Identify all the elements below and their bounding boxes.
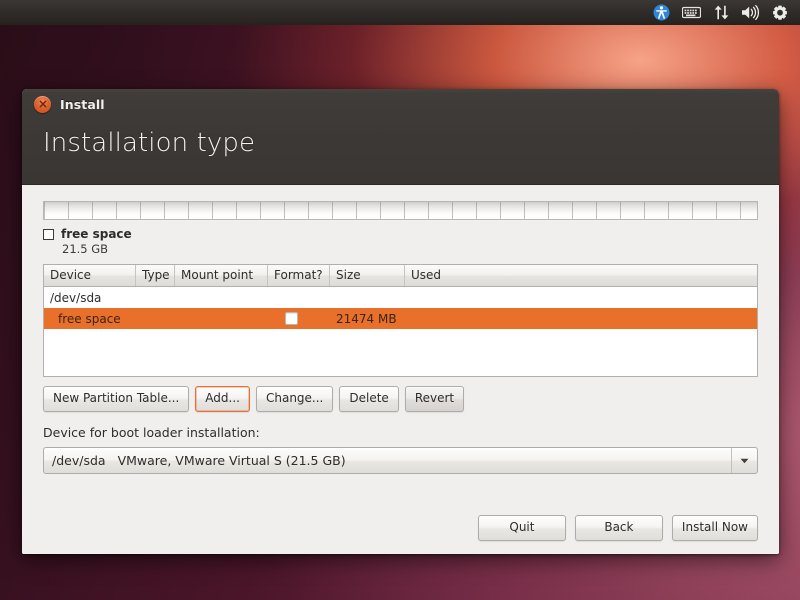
- partition-actions-toolbar: New Partition Table... Add... Change... …: [43, 386, 758, 412]
- install-window: Install Installation type free space 21.…: [22, 89, 779, 554]
- page-title: Installation type: [43, 128, 256, 158]
- cell-mount-point: [175, 308, 268, 329]
- change-partition-button[interactable]: Change...: [255, 386, 334, 412]
- bootloader-selected-value: /dev/sda VMware, VMware Virtual S (21.5 …: [44, 453, 731, 468]
- bootloader-device-description: VMware, VMware Virtual S (21.5 GB): [117, 453, 346, 468]
- column-header-used[interactable]: Used: [405, 265, 757, 286]
- cell-size: 21474 MB: [336, 311, 397, 326]
- top-panel: [0, 0, 800, 25]
- network-icon[interactable]: [708, 0, 734, 25]
- column-header-type[interactable]: Type: [136, 265, 175, 286]
- cell-used: [405, 287, 757, 308]
- back-button[interactable]: Back: [574, 515, 663, 541]
- legend-size: 21.5 GB: [62, 242, 109, 256]
- format-checkbox[interactable]: [285, 312, 298, 325]
- system-settings-icon[interactable]: [767, 0, 793, 25]
- cell-format: [268, 308, 330, 329]
- disk-partition-bar[interactable]: [43, 201, 758, 220]
- cell-size: [330, 287, 405, 308]
- chevron-down-icon[interactable]: [731, 448, 757, 473]
- legend-name: free space: [61, 227, 132, 241]
- bootloader-device-select[interactable]: /dev/sda VMware, VMware Virtual S (21.5 …: [43, 447, 758, 474]
- table-body: /dev/sda free space 21474 MB: [44, 287, 757, 376]
- cell-used: [405, 308, 757, 329]
- table-header-row: Device Type Mount point Format? Size Use…: [44, 265, 757, 287]
- footer-actions: Quit Back Install Now: [477, 515, 758, 541]
- legend-swatch-free-space: [43, 228, 54, 240]
- partition-table: Device Type Mount point Format? Size Use…: [43, 264, 758, 377]
- window-body: free space 21.5 GB Device Type Mount poi…: [22, 185, 779, 554]
- column-header-device[interactable]: Device: [44, 265, 136, 286]
- table-empty-area: [44, 329, 757, 376]
- new-partition-table-button[interactable]: New Partition Table...: [43, 386, 190, 412]
- column-header-mount-point[interactable]: Mount point: [175, 265, 268, 286]
- cell-device: free space: [58, 311, 121, 326]
- accessibility-icon[interactable]: [648, 0, 675, 25]
- volume-icon[interactable]: [736, 0, 765, 25]
- add-partition-button[interactable]: Add...: [195, 386, 250, 412]
- window-header: Install Installation type: [22, 89, 779, 185]
- column-header-format[interactable]: Format?: [268, 265, 330, 286]
- keyboard-icon[interactable]: [677, 0, 706, 25]
- bootloader-label: Device for boot loader installation:: [43, 425, 260, 440]
- delete-partition-button[interactable]: Delete: [339, 386, 399, 412]
- legend-row: free space: [43, 227, 758, 241]
- revert-button[interactable]: Revert: [404, 386, 465, 412]
- bootloader-device-path: /dev/sda: [52, 453, 106, 468]
- cell-device: /dev/sda: [50, 290, 102, 305]
- cell-type: [136, 308, 175, 329]
- table-row[interactable]: /dev/sda: [44, 287, 757, 308]
- table-row[interactable]: free space 21474 MB: [44, 308, 757, 329]
- window-title: Install: [60, 96, 105, 112]
- close-icon[interactable]: [34, 95, 51, 113]
- cell-type: [136, 287, 175, 308]
- cell-format: [268, 287, 330, 308]
- column-header-size[interactable]: Size: [330, 265, 405, 286]
- install-now-button[interactable]: Install Now: [671, 515, 758, 541]
- titlebar[interactable]: Install: [22, 89, 779, 119]
- quit-button[interactable]: Quit: [477, 515, 566, 541]
- cell-mount-point: [175, 287, 268, 308]
- disk-legend: free space 21.5 GB: [43, 227, 758, 256]
- desktop-background: Install Installation type free space 21.…: [0, 0, 800, 600]
